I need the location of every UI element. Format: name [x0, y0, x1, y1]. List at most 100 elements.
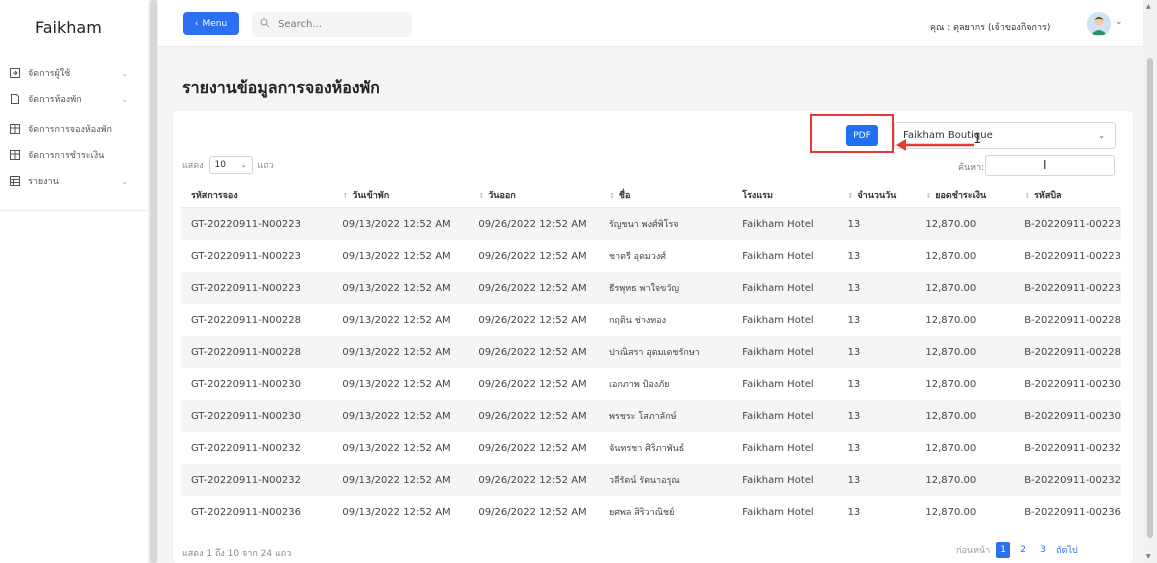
table-cell: 13 — [847, 506, 861, 518]
search-input[interactable] — [276, 18, 400, 31]
chevron-down-icon[interactable]: ⌄ — [1115, 17, 1123, 27]
table-cell: Faikham Hotel — [732, 336, 838, 368]
table-cell: B-20220911-00230 — [1014, 400, 1121, 432]
column-header[interactable]: ↕ ยอดชำระเงิน — [915, 183, 1015, 208]
brand-logo[interactable]: Faikham — [35, 18, 102, 37]
page-scrollbar-thumb[interactable] — [1147, 58, 1153, 538]
entries-prefix: แสดง — [182, 161, 204, 171]
table-icon — [10, 124, 20, 134]
table-row[interactable]: GT-20220911-N00223 09/13/2022 12:52 AM 09/… — [181, 207, 1121, 240]
table-cell: Faikham Hotel — [742, 378, 814, 390]
table-cell: 13 — [837, 464, 916, 496]
file-icon — [10, 94, 20, 104]
column-header[interactable]: ↕ รหัสบิล — [1014, 183, 1121, 208]
table-cell: รัญชนา พงศ์พิโรจ — [598, 207, 733, 240]
sidebar-divider — [0, 210, 148, 211]
column-header[interactable]: รหัสการจอง — [181, 183, 333, 208]
table-cell: Faikham Hotel — [732, 464, 838, 496]
table-cell: 09/13/2022 12:52 AM — [342, 442, 451, 454]
chevron-down-icon: ⌄ — [240, 161, 247, 169]
table-cell: 13 — [847, 250, 861, 262]
scroll-down-arrow-icon[interactable]: ▼ — [1146, 553, 1151, 560]
column-header[interactable]: ↑ วันเข้าพัก — [332, 183, 469, 208]
table-cell: 09/26/2022 12:52 AM — [468, 272, 599, 304]
sidebar-item-users[interactable]: จัดการผู้ใช้ ⌄ — [0, 62, 148, 84]
menu-button[interactable]: ‹ Menu — [183, 12, 239, 35]
annotation-arrow-icon — [896, 139, 974, 151]
avatar[interactable] — [1087, 12, 1111, 36]
pagination-page-3[interactable]: 3 — [1036, 542, 1050, 558]
table-cell: 09/13/2022 12:52 AM — [332, 464, 469, 496]
table-cell: 09/26/2022 12:52 AM — [468, 207, 599, 240]
entries-suffix: แถว — [257, 161, 274, 171]
column-header[interactable]: โรงแรม — [732, 183, 838, 208]
chevron-down-icon: ⌄ — [1098, 131, 1105, 140]
table-cell: 13 — [847, 442, 861, 454]
top-search[interactable] — [252, 12, 412, 37]
table-cell: 12,870.00 — [925, 506, 977, 518]
column-header[interactable]: ↕ ชื่อ — [598, 183, 733, 208]
sidebar-item-payments[interactable]: จัดการการชำระเงิน — [0, 144, 148, 166]
user-name-label[interactable]: คุณ : ดุลยากร (เจ้าของกิจการ) — [930, 20, 1050, 34]
table-cell: ชาตรี อุดมวงศ์ — [608, 252, 667, 262]
table-cell: 13 — [837, 207, 916, 240]
sidebar-item-label: จัดการผู้ใช้ — [28, 69, 71, 79]
table-row[interactable]: GT-20220911-N00223 09/13/2022 12:52 AM 09/… — [181, 240, 1121, 272]
table-header-row: รหัสการจอง ↑ วันเข้าพัก ↕ วันออก ↕ ชื่อ โรง… — [181, 183, 1121, 208]
table-cell: Faikham Hotel — [732, 207, 838, 240]
table-row[interactable]: GT-20220911-N00232 09/13/2022 12:52 AM 09/… — [181, 464, 1121, 496]
table-cell: Faikham Hotel — [742, 442, 814, 454]
table-cell: Faikham Hotel — [742, 506, 814, 518]
table-cell: 09/13/2022 12:52 AM — [342, 250, 451, 262]
sidebar-item-label: จัดการการจองห้องพัก — [28, 125, 112, 135]
table-cell: 09/26/2022 12:52 AM — [478, 314, 587, 326]
entries-select[interactable]: 10 ⌄ — [208, 156, 253, 174]
table-cell: 12,870.00 — [925, 314, 977, 326]
table-cell: 12,870.00 — [915, 272, 1015, 304]
column-header[interactable]: ↕ วันออก — [468, 183, 599, 208]
table-search-input[interactable] — [990, 156, 1114, 175]
scroll-up-arrow-icon[interactable]: ▲ — [1146, 3, 1151, 10]
pagination-prev[interactable]: ก่อนหน้า — [956, 543, 990, 557]
table-cell: 09/13/2022 12:52 AM — [342, 378, 451, 390]
table-search-label: ค้นหา: — [958, 163, 985, 173]
table-cell: B-20220911-00232 — [1024, 442, 1121, 454]
pagination-page-1[interactable]: 1 — [996, 542, 1011, 558]
chevron-down-icon: ⌄ — [121, 68, 128, 78]
sidebar-item-reports[interactable]: รายงาน ⌄ — [0, 170, 148, 192]
user-edit-icon — [10, 68, 20, 78]
report-icon — [10, 176, 20, 186]
sidebar-scrollbar-thumb[interactable] — [150, 0, 157, 563]
table-cell: 12,870.00 — [915, 400, 1015, 432]
table-cell: 09/13/2022 12:52 AM — [342, 314, 451, 326]
table-row[interactable]: GT-20220911-N00223 09/13/2022 12:52 AM 09/… — [181, 272, 1121, 304]
pagination-page-2[interactable]: 2 — [1016, 542, 1030, 558]
sidebar-item-label: จัดการการชำระเงิน — [28, 151, 105, 161]
table-row[interactable]: GT-20220911-N00236 09/13/2022 12:52 AM 09/… — [181, 496, 1121, 528]
sidebar-item-rooms[interactable]: จัดการห้องพัก ⌄ — [0, 88, 148, 110]
table-cell: GT-20220911-N00232 — [191, 442, 301, 454]
table-cell: B-20220911-00236 — [1024, 506, 1121, 518]
column-header[interactable]: ↕ จำนวนวัน — [837, 183, 916, 208]
table-cell: 09/26/2022 12:52 AM — [478, 506, 587, 518]
pagination-next[interactable]: ถัดไป — [1056, 543, 1078, 557]
table-row[interactable]: GT-20220911-N00230 09/13/2022 12:52 AM 09/… — [181, 368, 1121, 400]
sidebar-item-label: จัดการห้องพัก — [28, 95, 82, 105]
table-search-box[interactable] — [985, 155, 1115, 176]
chevron-down-icon: ⌄ — [121, 176, 128, 186]
table-cell: 12,870.00 — [915, 336, 1015, 368]
table-row[interactable]: GT-20220911-N00230 09/13/2022 12:52 AM 09/… — [181, 400, 1121, 432]
table-cell: B-20220911-00223 — [1014, 272, 1121, 304]
table-cell: ธีรพุทธ พาใจขวัญ — [598, 272, 733, 304]
table-cell: 12,870.00 — [925, 250, 977, 262]
table-cell: 13 — [837, 336, 916, 368]
search-icon — [260, 18, 270, 31]
table-cell: GT-20220911-N00230 — [191, 378, 301, 390]
table-row[interactable]: GT-20220911-N00228 09/13/2022 12:52 AM 09/… — [181, 336, 1121, 368]
sidebar-item-bookings[interactable]: จัดการการจองห้องพัก — [0, 118, 148, 140]
table-info: แสดง 1 ถึง 10 จาก 24 แถว — [182, 549, 292, 559]
table-cell: GT-20220911-N00228 — [191, 314, 301, 326]
table-row[interactable]: GT-20220911-N00228 09/13/2022 12:52 AM 09/… — [181, 304, 1121, 336]
table-row[interactable]: GT-20220911-N00232 09/13/2022 12:52 AM 09/… — [181, 432, 1121, 464]
table-cell: 09/13/2022 12:52 AM — [332, 272, 469, 304]
